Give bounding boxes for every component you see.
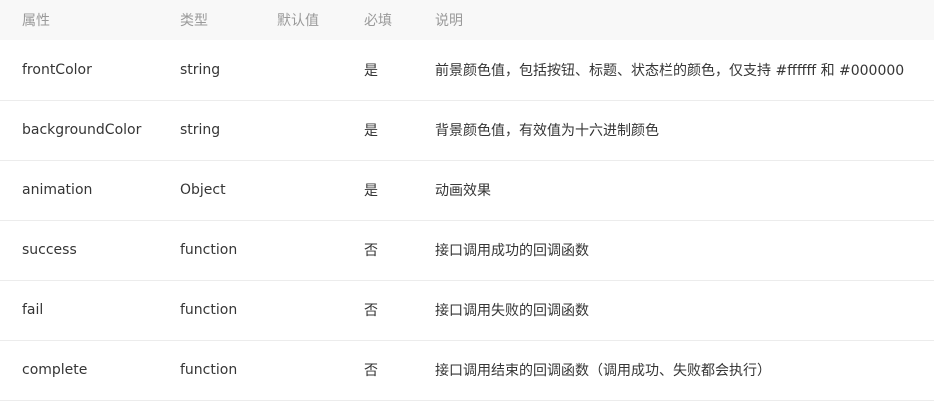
cell-description: 接口调用成功的回调函数 xyxy=(435,243,589,259)
cell-type: string xyxy=(180,61,221,78)
table-header: 属性 类型 默认值 必填 说明 xyxy=(0,0,934,40)
cell-required: 否 xyxy=(364,363,378,379)
parameters-table: 属性 类型 默认值 必填 说明 frontColor string 是 前景颜色… xyxy=(0,0,934,401)
cell-type: function xyxy=(180,242,238,258)
header-description: 说明 xyxy=(435,13,463,29)
cell-description: 动画效果 xyxy=(435,183,491,199)
cell-description: 接口调用结束的回调函数（调用成功、失败都会执行） xyxy=(435,363,771,379)
cell-default xyxy=(277,160,364,220)
cell-description: 背景颜色值，有效值为十六进制颜色 xyxy=(435,123,659,139)
header-attr: 属性 xyxy=(22,13,50,29)
header-type: 类型 xyxy=(180,13,208,29)
header-default: 默认值 xyxy=(277,13,319,29)
cell-required: 否 xyxy=(364,243,378,259)
cell-default xyxy=(277,220,364,280)
cell-default xyxy=(277,280,364,340)
cell-type: function xyxy=(180,362,238,378)
cell-required: 否 xyxy=(364,303,378,319)
cell-attr: backgroundColor xyxy=(22,122,142,138)
cell-attr: frontColor xyxy=(22,61,92,78)
cell-type: Object xyxy=(180,182,226,198)
header-required: 必填 xyxy=(364,13,392,29)
table-body: frontColor string 是 前景颜色值，包括按钮、标题、状态栏的颜色… xyxy=(0,40,934,400)
table-row: frontColor string 是 前景颜色值，包括按钮、标题、状态栏的颜色… xyxy=(0,40,934,100)
cell-default xyxy=(277,340,364,400)
table-row: backgroundColor string 是 背景颜色值，有效值为十六进制颜… xyxy=(0,100,934,160)
cell-attr: animation xyxy=(22,182,93,198)
cell-description: 接口调用失败的回调函数 xyxy=(435,303,589,319)
cell-required: 是 xyxy=(364,62,378,79)
table-row: success function 否 接口调用成功的回调函数 xyxy=(0,220,934,280)
table-row: fail function 否 接口调用失败的回调函数 xyxy=(0,280,934,340)
cell-default xyxy=(277,100,364,160)
header-row: 属性 类型 默认值 必填 说明 xyxy=(0,0,934,40)
cell-required: 是 xyxy=(364,123,378,139)
cell-attr: fail xyxy=(22,302,44,318)
cell-attr: success xyxy=(22,242,77,258)
cell-default xyxy=(277,40,364,100)
cell-type: function xyxy=(180,302,238,318)
cell-description: 前景颜色值，包括按钮、标题、状态栏的颜色，仅支持 #ffffff 和 #0000… xyxy=(435,62,905,79)
cell-type: string xyxy=(180,122,221,138)
cell-required: 是 xyxy=(364,183,378,199)
table-row: complete function 否 接口调用结束的回调函数（调用成功、失败都… xyxy=(0,340,934,400)
cell-attr: complete xyxy=(22,362,88,378)
table-row: animation Object 是 动画效果 xyxy=(0,160,934,220)
